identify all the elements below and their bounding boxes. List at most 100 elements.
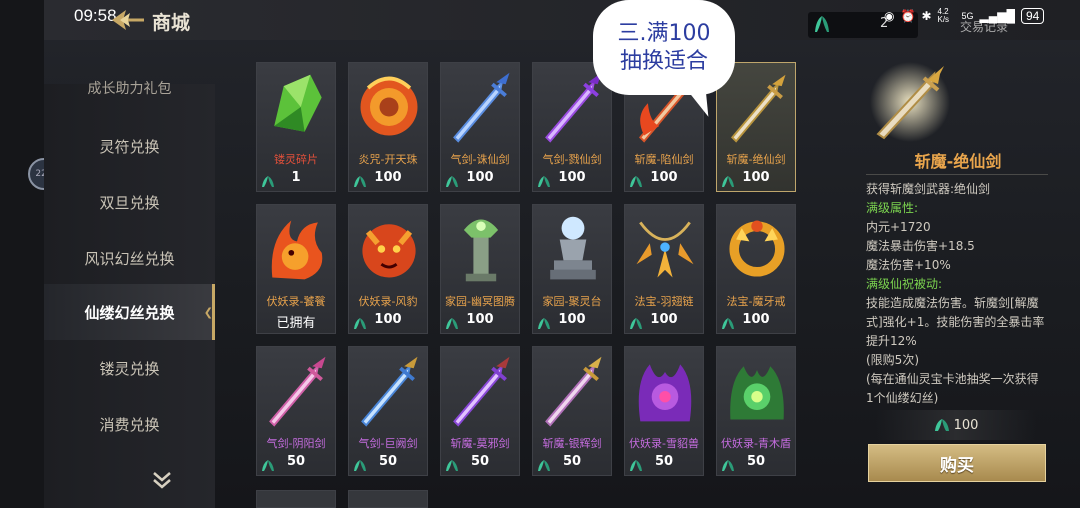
passive-title: 满级仙祝被动: <box>866 277 943 291</box>
detail-price: 100 <box>876 410 1036 440</box>
item-price: 50 <box>533 454 611 471</box>
item-card[interactable]: 镂灵碎片 1 <box>256 62 336 192</box>
detail-desc: 获得斩魔剑武器:绝仙剑 <box>866 182 991 196</box>
item-price: 50 <box>349 454 427 471</box>
item-name: 气剑-巨阙剑 <box>358 437 418 450</box>
fire-beast-icon <box>271 220 323 280</box>
jade-leaf-icon <box>262 460 274 471</box>
attr-title: 满级属性: <box>866 201 919 215</box>
item-card[interactable]: 伏妖录-青木盾 50 <box>716 346 796 476</box>
jade-leaf-icon <box>812 14 832 34</box>
fire-orb-icon <box>360 76 418 136</box>
item-name: 镂灵碎片 <box>274 153 318 166</box>
eye-icon: ◉ <box>884 9 895 23</box>
passive-line: 式]强化+1。技能伤害的全暴击率 <box>866 315 1045 329</box>
item-card[interactable]: 伏妖录-雪貂兽 50 <box>624 346 704 476</box>
sidebar-item-xianlv[interactable]: 仙缕幻丝兑换 ❮ <box>44 284 215 340</box>
item-price: 100 <box>717 170 795 187</box>
price-value: 1 <box>291 170 301 185</box>
chevron-left-icon: ❮ <box>203 306 213 319</box>
divider <box>866 174 1048 175</box>
item-name: 斩魔-绝仙剑 <box>726 153 786 166</box>
totem-icon <box>463 219 499 282</box>
jade-leaf-icon <box>722 176 734 187</box>
gold-sword-icon <box>731 74 786 143</box>
bluetooth-icon: ✱ <box>921 9 932 23</box>
price-value: 100 <box>742 170 770 185</box>
price-value: 100 <box>558 312 586 327</box>
sidebar-item-label: 成长助力礼包 <box>87 81 172 97</box>
bubble-line-1: 三.满100 <box>617 21 711 46</box>
item-name: 家园-幽冥图腾 <box>445 295 515 308</box>
item-card[interactable]: 家园-聚灵台 100 <box>532 204 612 334</box>
jade-leaf-icon <box>446 460 458 471</box>
item-price: 50 <box>257 454 335 471</box>
item-price: 100 <box>349 312 427 329</box>
item-name: 伏妖录-雪貂兽 <box>629 437 699 450</box>
signal-bars-icon: ▂▄▆█ <box>979 9 1015 23</box>
jade-leaf-icon <box>354 318 366 329</box>
sidebar: 成长助力礼包 灵符兑换 双旦兑换 风识幻丝兑换 仙缕幻丝兑换 ❮ 镂灵兑换 消费兑… <box>44 81 215 508</box>
sidebar-item-label: 风识幻丝兑换 <box>84 249 175 268</box>
item-card[interactable]: 伏妖录-饕餮 已拥有 <box>256 204 336 334</box>
price-value: 50 <box>746 454 766 469</box>
price-value: 50 <box>562 454 582 469</box>
item-name: 气剑-阴阳剑 <box>266 437 326 450</box>
price-value: 50 <box>286 454 306 469</box>
back-arrow-icon[interactable] <box>110 6 146 34</box>
note-line: (每在通仙灵宝卡池抽奖一次获得 <box>866 372 1039 386</box>
left-edge <box>0 0 44 508</box>
gold-sword-icon <box>868 60 952 144</box>
item-card[interactable]: 斩魔-银辉剑 50 <box>532 346 612 476</box>
sidebar-item-louling[interactable]: 镂灵兑换 <box>44 340 215 396</box>
item-card[interactable]: 气剑-阴阳剑 50 <box>256 346 336 476</box>
item-grid: 镂灵碎片 1 炎咒-开天珠 100 气剑-诛仙剑 100 气剑-戮仙剑 100 斩魔-陷仙剑 10… <box>256 62 796 508</box>
buy-button[interactable]: 购买 <box>868 444 1046 482</box>
chevron-down-icon[interactable] <box>150 468 174 492</box>
item-card[interactable]: 斩魔-绝仙剑 100 <box>716 62 796 192</box>
jade-leaf-icon <box>630 318 642 329</box>
jade-leaf-icon <box>630 176 642 187</box>
ice-sword-icon <box>361 356 418 427</box>
item-price: 100 <box>625 312 703 329</box>
item-card[interactable]: 斩魔-莫邪剑 50 <box>440 346 520 476</box>
feather-necklace-icon <box>636 221 694 278</box>
note-line: 1个仙缕幻丝) <box>866 391 939 405</box>
item-price: 50 <box>625 454 703 471</box>
price-value: 100 <box>558 170 586 185</box>
blue-sword-icon <box>453 72 510 143</box>
sidebar-item-growth-pack[interactable]: 成长助力礼包 <box>44 64 215 112</box>
item-price: 50 <box>717 454 795 471</box>
net-speed: 4.2 K/s <box>937 7 950 24</box>
detail-price-value: 100 <box>953 417 979 433</box>
violet-sword-icon <box>453 356 510 427</box>
jade-leaf-icon <box>538 176 550 187</box>
jade-leaf-icon <box>934 418 949 431</box>
sidebar-item-consume[interactable]: 消费兑换 <box>44 396 215 452</box>
item-card[interactable]: 家园-幽冥图腾 100 <box>440 204 520 334</box>
price-value: 50 <box>378 454 398 469</box>
item-card-partial[interactable] <box>348 490 428 508</box>
sidebar-item-talisman[interactable]: 灵符兑换 <box>44 118 215 174</box>
item-name: 伏妖录-青木盾 <box>721 437 791 450</box>
price-value: 100 <box>650 170 678 185</box>
item-price: 100 <box>441 312 519 329</box>
passive-line: 提升12% <box>866 334 917 348</box>
item-card[interactable]: 炎咒-开天珠 100 <box>348 62 428 192</box>
item-card[interactable]: 法宝-羽翅链 100 <box>624 204 704 334</box>
item-card[interactable]: 气剑-诛仙剑 100 <box>440 62 520 192</box>
sidebar-item-label: 镂灵兑换 <box>99 359 160 378</box>
item-card[interactable]: 气剑-巨阙剑 50 <box>348 346 428 476</box>
item-name: 斩魔-莫邪剑 <box>450 437 510 450</box>
item-name: 法宝-魔牙戒 <box>726 295 786 308</box>
sidebar-item-label: 消费兑换 <box>99 415 160 434</box>
price-value: 100 <box>650 312 678 327</box>
item-card[interactable]: 伏妖录-风豹 100 <box>348 204 428 334</box>
item-card-partial[interactable] <box>256 490 336 508</box>
price-value: 100 <box>374 312 402 327</box>
sidebar-item-holiday[interactable]: 双旦兑换 <box>44 174 215 230</box>
item-card[interactable]: 法宝-魔牙戒 100 <box>716 204 796 334</box>
sidebar-item-fengshi[interactable]: 风识幻丝兑换 <box>44 230 215 286</box>
alarm-icon: ⏰ <box>900 9 916 23</box>
item-name: 家园-聚灵台 <box>542 295 602 308</box>
